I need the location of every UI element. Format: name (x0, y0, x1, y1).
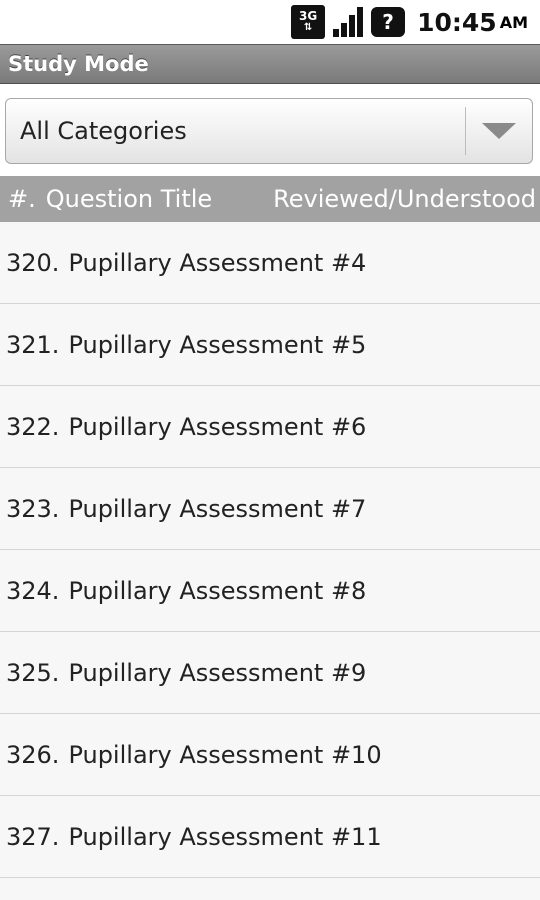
clock-time: 10:45 (417, 7, 497, 37)
question-title: Pupillary Assessment #10 (68, 740, 382, 769)
question-number: 324. (6, 576, 60, 605)
question-number: 321. (6, 330, 60, 359)
question-title: Pupillary Assessment #11 (68, 822, 382, 851)
list-item[interactable]: 322. Pupillary Assessment #6 (0, 386, 540, 468)
question-title: Pupillary Assessment #6 (68, 412, 367, 441)
question-title: Pupillary Assessment #7 (68, 494, 367, 523)
list-item[interactable]: 321. Pupillary Assessment #5 (0, 304, 540, 386)
list-item[interactable]: 326. Pupillary Assessment #10 (0, 714, 540, 796)
column-title-label: Question Title (45, 185, 213, 213)
question-list: 320. Pupillary Assessment #4 321. Pupill… (0, 222, 540, 878)
category-spinner-area: All Categories (0, 84, 540, 176)
list-item[interactable]: 325. Pupillary Assessment #9 (0, 632, 540, 714)
chevron-down-icon[interactable] (466, 99, 532, 163)
question-number: 320. (6, 248, 60, 277)
question-number: 327. (6, 822, 60, 851)
status-bar: 3G ⇅ ? 10:45 AM (0, 0, 540, 44)
signal-icon (331, 5, 365, 39)
list-item[interactable]: 324. Pupillary Assessment #8 (0, 550, 540, 632)
column-status-label: Reviewed/Understood (273, 185, 536, 213)
question-title: Pupillary Assessment #8 (68, 576, 367, 605)
column-number-label: #. (8, 185, 36, 213)
list-item[interactable]: 327. Pupillary Assessment #11 (0, 796, 540, 878)
3g-icon: 3G ⇅ (291, 5, 326, 39)
network-type: 3G (299, 9, 318, 23)
category-spinner[interactable]: All Categories (5, 98, 533, 164)
question-icon: ? (371, 7, 406, 37)
list-item[interactable]: 320. Pupillary Assessment #4 (0, 222, 540, 304)
question-number: 326. (6, 740, 60, 769)
column-header: #. Question Title Reviewed/Understood (0, 176, 540, 222)
question-title: Pupillary Assessment #4 (68, 248, 367, 277)
question-title: Pupillary Assessment #9 (68, 658, 367, 687)
question-number: 323. (6, 494, 60, 523)
title-bar: Study Mode (0, 44, 540, 84)
list-item[interactable]: 323. Pupillary Assessment #7 (0, 468, 540, 550)
clock-ampm: AM (499, 12, 528, 32)
question-number: 325. (6, 658, 60, 687)
question-number: 322. (6, 412, 60, 441)
category-spinner-value: All Categories (20, 117, 187, 145)
question-title: Pupillary Assessment #5 (68, 330, 367, 359)
page-title: Study Mode (8, 52, 149, 76)
